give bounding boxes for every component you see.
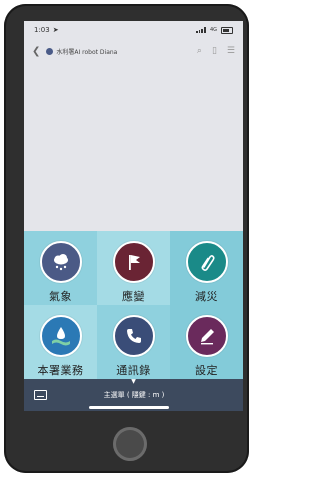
water-drop-icon <box>39 315 82 357</box>
chat-area <box>24 63 243 243</box>
menu-tile-response[interactable]: 應變 <box>97 231 170 305</box>
cloud-rain-icon <box>39 241 82 283</box>
screen: 1:03 ➤ 4G ❮ 水利署AI robot Diana ⌕ ▯ ☰ 氣象 應… <box>24 21 243 411</box>
rich-menu-label[interactable]: 主選單 ( 隱鍵 : m ) <box>55 390 213 400</box>
paperclip-icon <box>185 241 228 283</box>
back-icon[interactable]: ❮ <box>32 46 40 57</box>
signal-icon <box>195 27 206 33</box>
chat-header: ❮ 水利署AI robot Diana ⌕ ▯ ☰ <box>24 39 243 63</box>
status-right: 4G <box>195 26 233 34</box>
home-button[interactable] <box>113 427 147 461</box>
menu-tile-mitigation[interactable]: 減災 <box>170 231 243 305</box>
menu-tile-contacts[interactable]: 通訊錄 <box>97 305 170 379</box>
caret-down-icon: ▼ <box>131 378 136 385</box>
menu-tile-label: 減災 <box>195 290 218 303</box>
menu-tile-label: 通訊錄 <box>116 364 151 377</box>
location-icon: ➤ <box>52 26 59 34</box>
phone-icon <box>112 315 155 357</box>
pen-icon <box>185 315 228 357</box>
network-label: 4G <box>209 27 217 33</box>
home-indicator <box>89 406 169 409</box>
phone-frame: 1:03 ➤ 4G ❮ 水利署AI robot Diana ⌕ ▯ ☰ 氣象 應… <box>4 4 249 473</box>
menu-tile-business[interactable]: 本署業務 <box>24 305 97 379</box>
menu-tile-label: 設定 <box>195 364 218 377</box>
status-bar: 1:03 ➤ 4G <box>24 21 243 39</box>
menu-tile-weather[interactable]: 氣象 <box>24 231 97 305</box>
menu-tile-label: 氣象 <box>49 290 72 303</box>
menu-tile-settings[interactable]: 設定 <box>170 305 243 379</box>
shield-icon <box>46 47 54 55</box>
keyboard-icon[interactable] <box>34 390 47 400</box>
rich-menu: 氣象 應變 減災 本署業務 通訊錄 設定 <box>24 231 243 379</box>
battery-icon <box>221 26 233 34</box>
status-time: 1:03 <box>34 26 50 34</box>
status-left: 1:03 ➤ <box>34 26 59 34</box>
chat-title: 水利署AI robot Diana <box>56 48 118 56</box>
search-icon[interactable]: ⌕ <box>197 46 202 56</box>
flag-icon <box>112 241 155 283</box>
menu-icon[interactable]: ☰ <box>227 46 235 56</box>
header-actions: ⌕ ▯ ☰ <box>197 46 235 56</box>
note-icon[interactable]: ▯ <box>212 46 217 56</box>
menu-tile-label: 應變 <box>122 290 145 303</box>
menu-tile-label: 本署業務 <box>37 364 84 377</box>
